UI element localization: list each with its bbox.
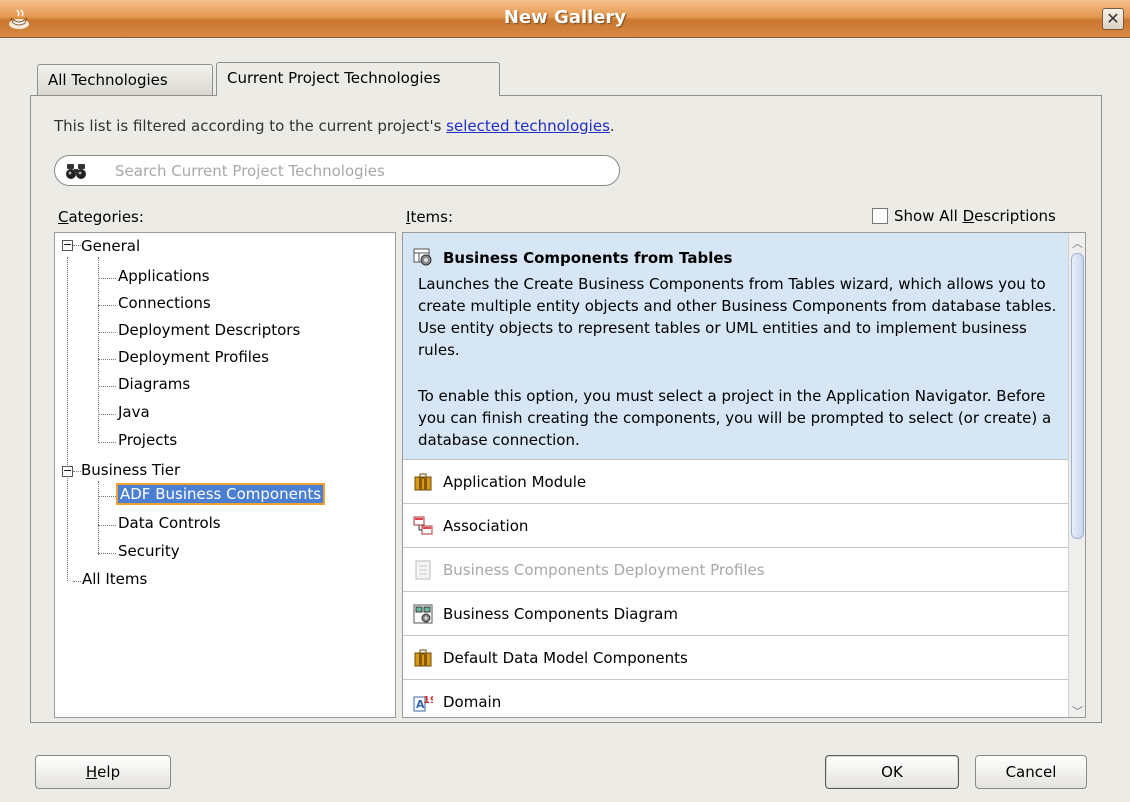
items-list[interactable]: Business Components from Tables Launches… xyxy=(402,232,1086,718)
help-button[interactable]: Help xyxy=(35,755,171,789)
list-item-domain[interactable]: A 19 Domain xyxy=(403,680,1069,717)
data-model-icon xyxy=(414,649,432,667)
items-label: Items: xyxy=(406,208,454,226)
tab-current-project-technologies[interactable]: Current Project Technologies xyxy=(216,62,500,96)
tree-line xyxy=(73,471,81,472)
tree-line xyxy=(67,257,68,581)
tree-line xyxy=(98,553,116,554)
cancel-button[interactable]: Cancel xyxy=(975,755,1087,789)
tree-node-java[interactable]: Java xyxy=(118,401,150,425)
list-item-label: Business Components Diagram xyxy=(443,605,678,623)
tree-line xyxy=(98,359,116,360)
tree-node-deployment-profiles[interactable]: Deployment Profiles xyxy=(118,346,269,370)
show-all-descriptions-checkbox[interactable]: Show All Descriptions xyxy=(872,207,1056,225)
tab-all-technologies[interactable]: All Technologies xyxy=(37,64,213,96)
close-icon[interactable]: ✕ xyxy=(1102,8,1124,30)
categories-label: Categories: xyxy=(58,208,144,226)
tree-line xyxy=(73,245,81,246)
tree-line xyxy=(98,442,116,443)
tree-line xyxy=(98,305,116,306)
tree-node-applications[interactable]: Applications xyxy=(118,265,210,289)
list-item-deployment-profiles[interactable]: Business Components Deployment Profiles xyxy=(403,548,1069,592)
ok-button[interactable]: OK xyxy=(825,755,959,789)
list-item-bc-diagram[interactable]: Business Components Diagram xyxy=(403,592,1069,636)
scrollbar-thumb[interactable] xyxy=(1071,253,1084,539)
list-item-selected[interactable]: Business Components from Tables Launches… xyxy=(403,233,1069,460)
tree-line xyxy=(73,581,81,582)
deployment-profile-icon xyxy=(415,560,431,580)
tree-node-projects[interactable]: Projects xyxy=(118,429,177,453)
title-bar: New Gallery ✕ xyxy=(0,0,1130,38)
tree-line xyxy=(98,525,116,526)
association-icon xyxy=(413,516,433,535)
selected-technologies-link[interactable]: selected technologies xyxy=(446,117,610,135)
filter-notice-text: This list is filtered according to the c… xyxy=(54,117,447,135)
categories-tree[interactable]: − General Applications Connections Deplo… xyxy=(54,232,396,718)
scroll-up-icon[interactable]: ︿ xyxy=(1071,235,1084,250)
tree-node-diagrams[interactable]: Diagrams xyxy=(118,373,190,397)
window-title: New Gallery xyxy=(503,7,627,28)
tree-line xyxy=(98,496,116,497)
tree-line xyxy=(98,278,116,279)
tree-node-security[interactable]: Security xyxy=(118,540,180,564)
selected-item-title: Business Components from Tables xyxy=(443,249,733,267)
tree-node-data-controls[interactable]: Data Controls xyxy=(118,512,221,536)
list-item-label: Default Data Model Components xyxy=(443,649,688,667)
filter-notice: This list is filtered according to the c… xyxy=(54,117,615,135)
tree-line xyxy=(98,481,99,555)
scroll-down-icon[interactable]: ﹀ xyxy=(1071,703,1084,717)
binoculars-icon xyxy=(66,164,86,179)
bc-tables-icon xyxy=(413,248,432,266)
filter-notice-suffix: . xyxy=(609,117,615,135)
tree-node-general[interactable]: General xyxy=(81,235,140,259)
list-item-default-data-model[interactable]: Default Data Model Components xyxy=(403,636,1069,680)
list-item-association[interactable]: Association xyxy=(403,504,1069,548)
domain-icon: A 19 xyxy=(413,695,433,712)
tree-node-connections[interactable]: Connections xyxy=(118,292,211,316)
application-module-icon xyxy=(414,473,432,491)
collapse-toggle-general[interactable]: − xyxy=(62,239,73,251)
svg-text:19: 19 xyxy=(423,695,433,706)
tree-line xyxy=(98,332,116,333)
search-input[interactable] xyxy=(115,160,595,182)
collapse-toggle-business-tier[interactable]: − xyxy=(62,465,73,477)
tree-node-all-items[interactable]: All Items xyxy=(82,568,147,592)
search-box[interactable] xyxy=(54,155,620,186)
list-item-label: Business Components Deployment Profiles xyxy=(443,561,765,579)
list-item-application-module[interactable]: Application Module xyxy=(403,460,1069,504)
selected-item-description: Launches the Create Business Components … xyxy=(418,275,1057,359)
list-item-label: Association xyxy=(443,517,529,535)
tree-node-deployment-descriptors[interactable]: Deployment Descriptors xyxy=(118,319,300,343)
items-scrollbar[interactable]: ︿ ﹀ xyxy=(1068,233,1085,717)
tree-node-business-tier[interactable]: Business Tier xyxy=(81,459,180,483)
selected-item-note: To enable this option, you must select a… xyxy=(418,387,1052,449)
tree-line xyxy=(98,257,99,443)
checkbox-icon[interactable] xyxy=(872,208,888,224)
diagram-icon xyxy=(413,604,433,624)
list-item-label: Domain xyxy=(443,693,502,711)
tree-line xyxy=(98,386,116,387)
tree-node-adf-business-components[interactable]: ADF Business Components xyxy=(115,483,326,507)
tree-line xyxy=(98,414,116,415)
list-item-label: Application Module xyxy=(443,473,587,491)
